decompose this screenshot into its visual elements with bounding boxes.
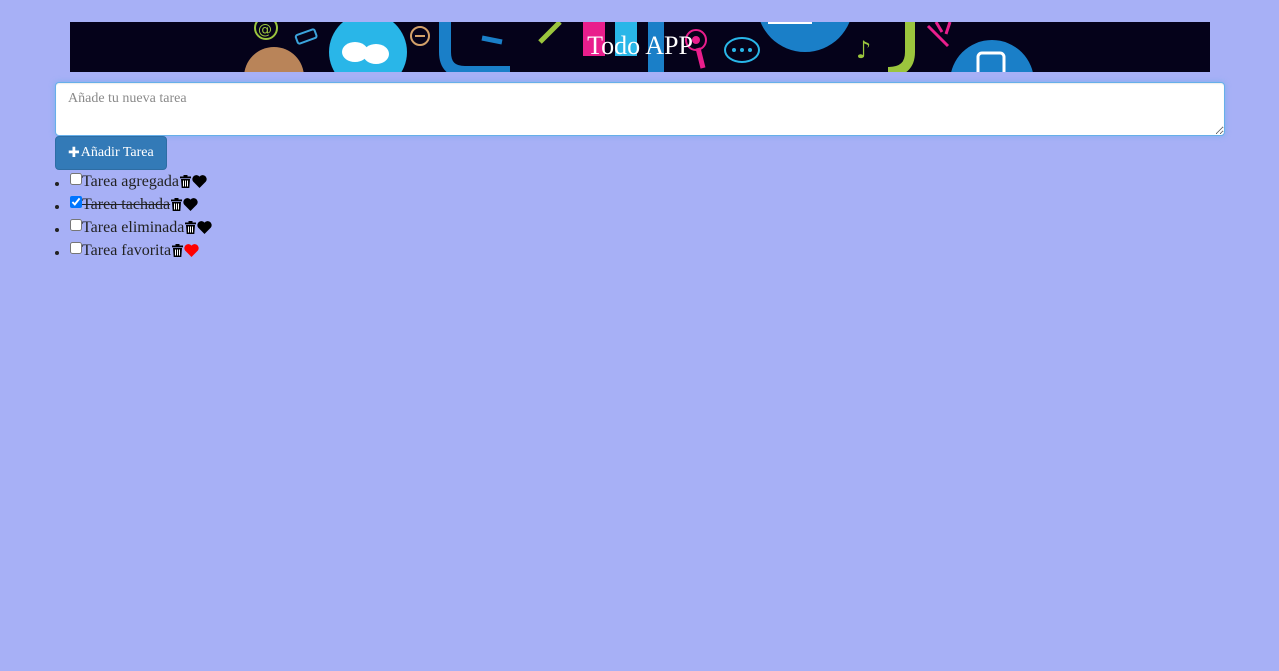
task-label: Tarea eliminada <box>82 219 185 236</box>
heart-icon[interactable] <box>197 221 213 234</box>
heart-icon[interactable] <box>192 175 207 188</box>
task-list: Tarea agregada Tarea tachada Tarea elimi… <box>55 170 213 262</box>
task-label: Tarea agregada <box>82 173 180 190</box>
task-label: Tarea tachada <box>82 196 171 213</box>
task-checkbox[interactable] <box>70 195 82 208</box>
header-banner: @ ♪ Todo APP <box>70 22 1210 72</box>
heart-icon[interactable] <box>184 244 199 257</box>
trash-icon[interactable] <box>180 175 192 188</box>
task-checkbox[interactable] <box>70 172 82 185</box>
task-item: Tarea agregada <box>70 170 212 193</box>
task-checkbox[interactable] <box>70 241 82 254</box>
trash-icon[interactable] <box>171 198 183 211</box>
new-task-input[interactable] <box>55 82 1225 136</box>
heart-icon[interactable] <box>183 198 198 211</box>
task-label: Tarea favorita <box>82 242 172 259</box>
page: @ ♪ Todo APP Añade tu nueva tarea ✚ Añad… <box>0 0 1279 671</box>
task-item: Tarea eliminada <box>70 216 213 239</box>
trash-icon[interactable] <box>172 244 184 257</box>
add-task-button-label: Añadir Tarea <box>80 145 154 160</box>
plus-icon: ✚ <box>68 145 80 161</box>
task-checkbox[interactable] <box>70 218 82 231</box>
app-title: Todo APP <box>587 31 693 60</box>
add-task-button[interactable]: ✚ Añadir Tarea <box>55 136 167 170</box>
trash-icon[interactable] <box>185 221 197 234</box>
task-item: Tarea tachada <box>70 193 212 216</box>
task-item: Tarea favorita <box>70 239 212 262</box>
